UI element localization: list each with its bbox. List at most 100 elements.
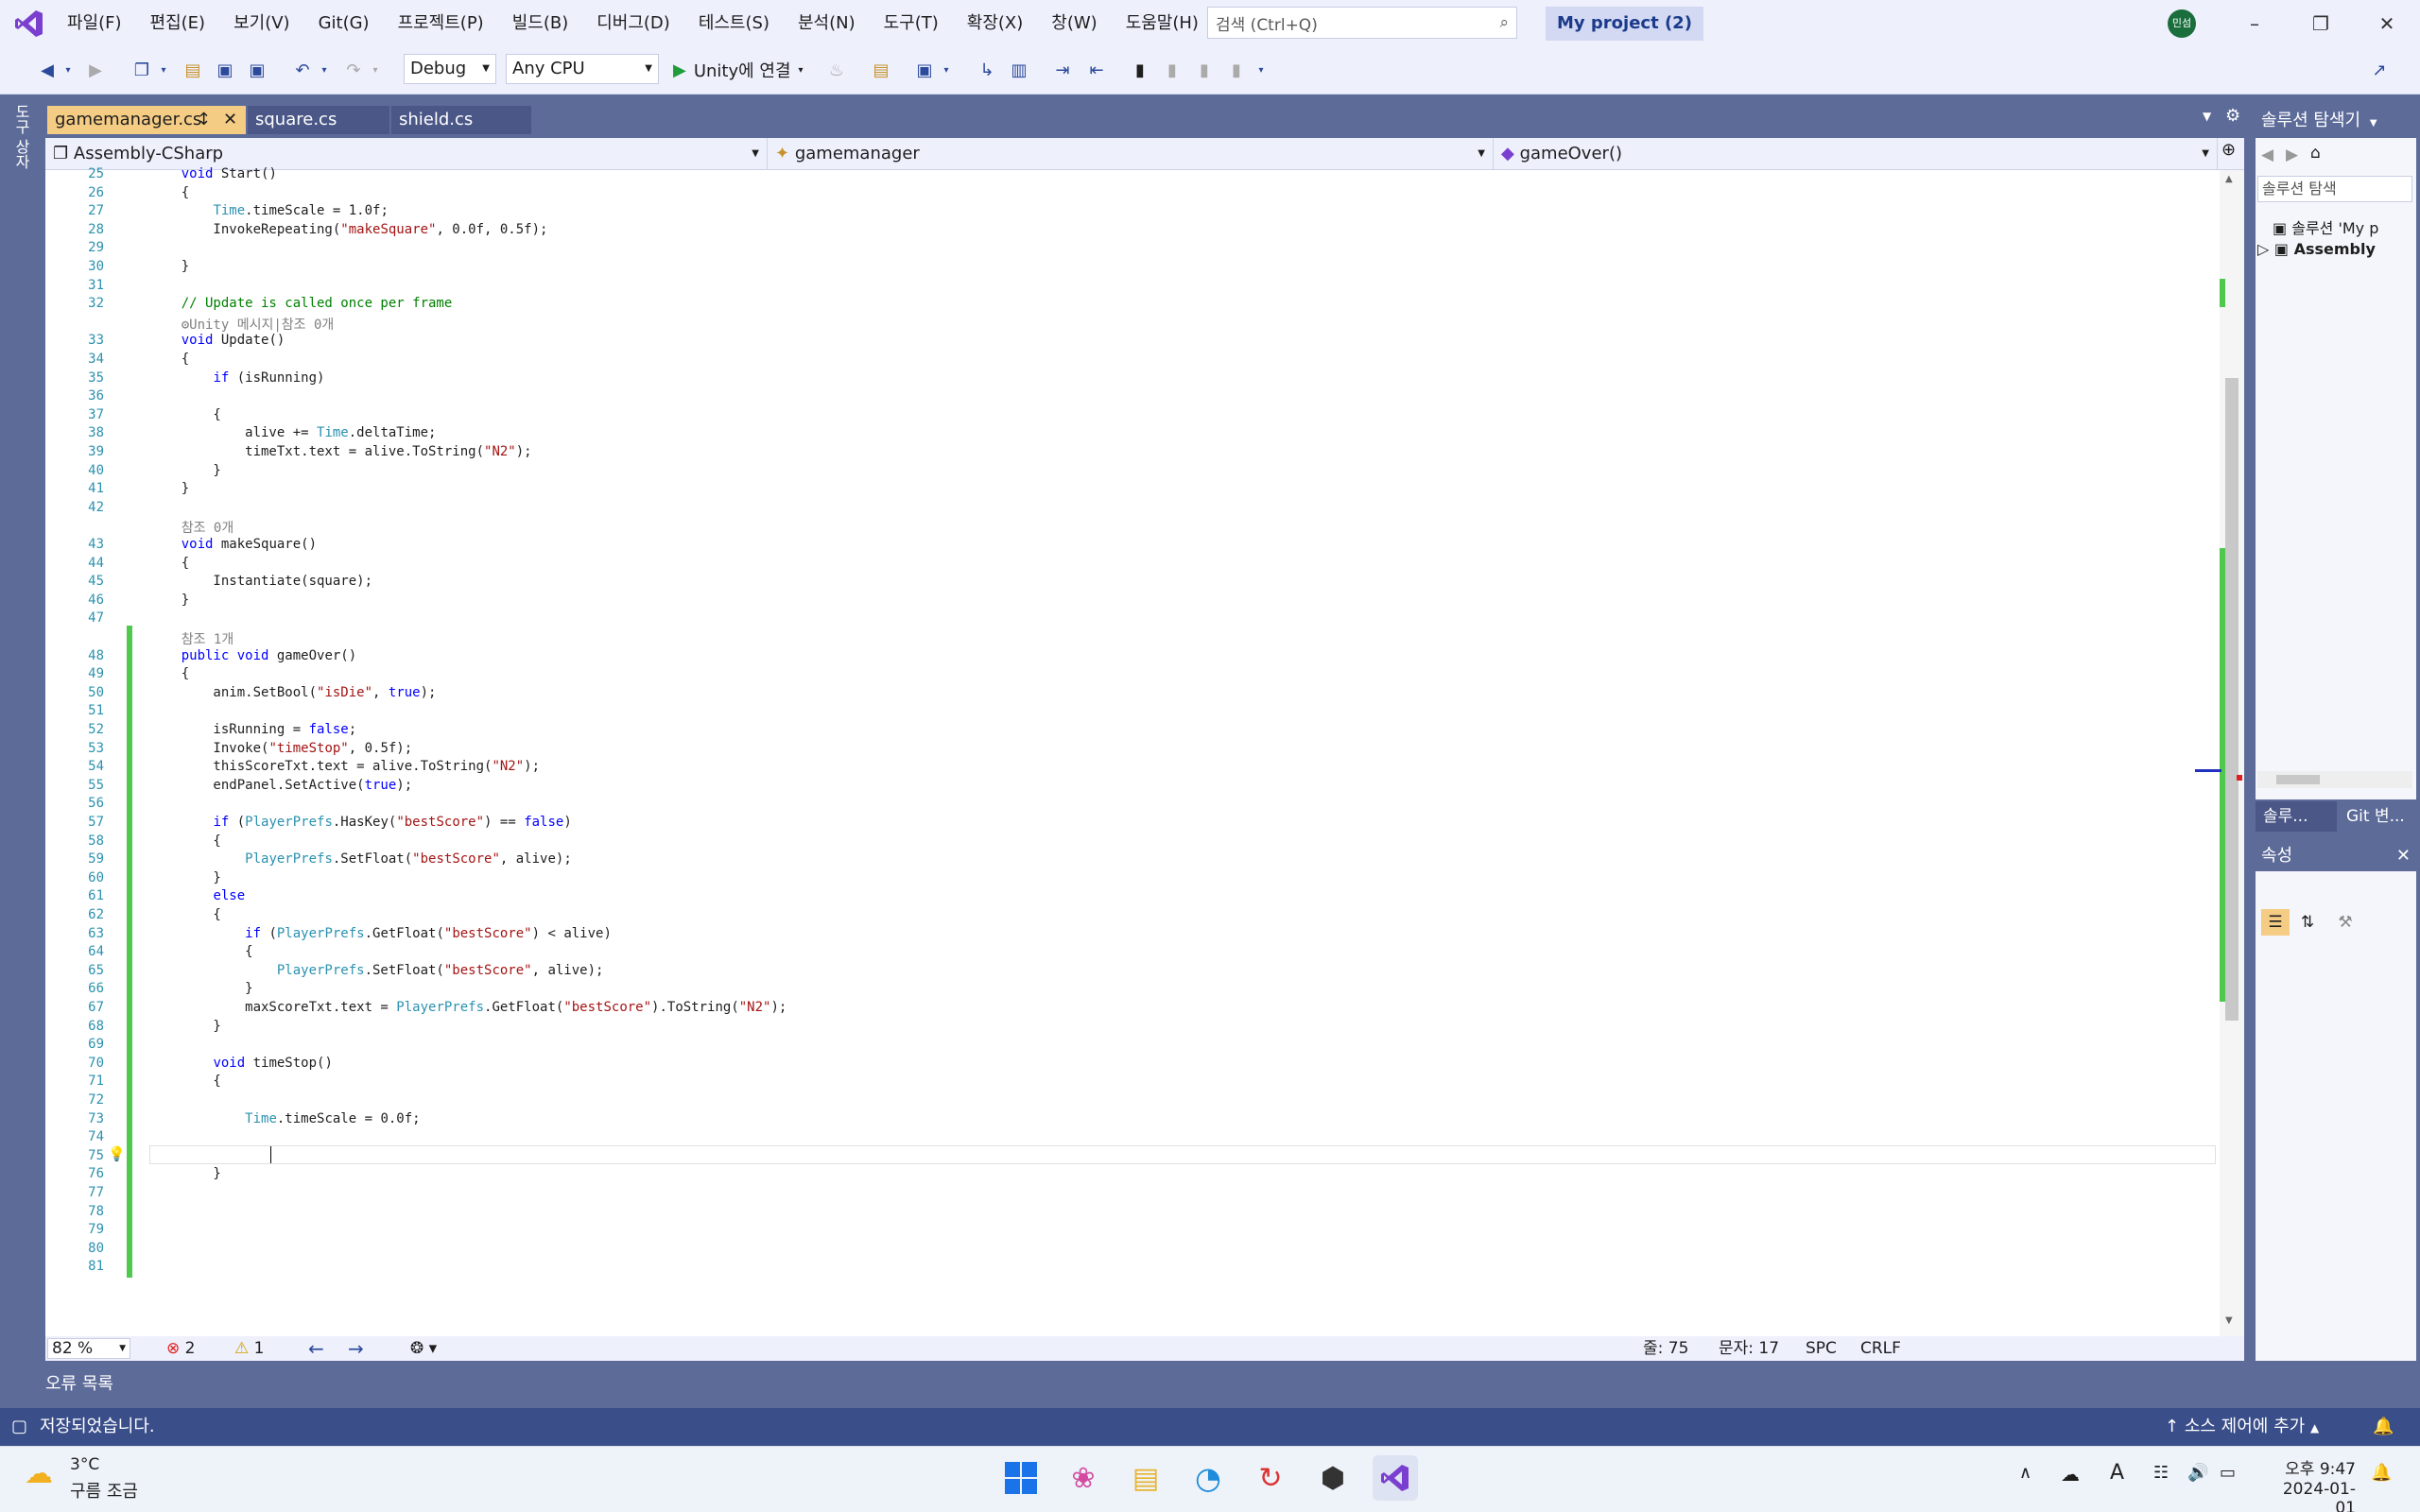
scroll-thumb[interactable] — [2276, 775, 2320, 784]
code-line[interactable]: } — [149, 1019, 220, 1034]
menu-file[interactable]: 파일(F) — [53, 0, 136, 47]
scroll-thumb[interactable] — [2225, 378, 2238, 1021]
forward-icon[interactable]: ▶ — [2286, 146, 2298, 164]
unity-icon[interactable]: ⬢ — [1310, 1455, 1356, 1501]
wifi-icon[interactable]: ☷ — [2153, 1463, 2169, 1483]
step-icon[interactable]: ↳ — [974, 55, 1000, 85]
tray-overflow-icon[interactable]: ∧ — [2019, 1463, 2031, 1483]
visual-studio-taskbar-icon[interactable] — [1373, 1455, 1418, 1501]
new-item-icon[interactable]: ❐ — [129, 55, 155, 85]
close-icon[interactable]: ✕ — [2396, 841, 2411, 871]
config-select[interactable]: Debug ▼ — [404, 54, 496, 84]
sync-app-icon[interactable]: ↻ — [1248, 1455, 1293, 1501]
save-all-icon[interactable]: ▣ — [244, 55, 270, 85]
code-line[interactable]: if (PlayerPrefs.GetFloat("bestScore") < … — [149, 926, 612, 941]
overflow-dropdown-icon[interactable]: ▾ — [940, 55, 953, 85]
layout-icon[interactable]: ▥ — [1006, 55, 1032, 85]
code-line[interactable]: if (PlayerPrefs.HasKey("bestScore") == f… — [149, 815, 571, 830]
prev-bookmark-icon[interactable]: ▮ — [1159, 55, 1185, 85]
tab-square[interactable]: square.cs — [248, 106, 389, 134]
menu-view[interactable]: 보기(V) — [219, 0, 303, 47]
menu-test[interactable]: 테스트(S) — [684, 0, 784, 47]
redo-dropdown-icon[interactable]: ▾ — [369, 55, 382, 85]
indent-icon[interactable]: ⇥ — [1049, 55, 1076, 85]
screenshot-icon[interactable]: ▣ — [911, 55, 938, 85]
code-line[interactable]: else — [149, 888, 245, 903]
horizontal-scrollbar[interactable] — [2257, 771, 2412, 788]
vertical-scrollbar[interactable]: ▲ ▼ — [2195, 170, 2244, 1336]
code-line[interactable]: thisScoreTxt.text = alive.ToString("N2")… — [149, 759, 540, 774]
tab-solution-explorer[interactable]: 솔루... — [2256, 801, 2337, 832]
volume-icon[interactable]: 🔊 — [2187, 1463, 2208, 1483]
weather-desc[interactable]: 구름 조금 — [70, 1478, 138, 1503]
next-bookmark-icon[interactable]: ▮ — [1191, 55, 1218, 85]
menu-git[interactable]: Git(G) — [304, 0, 384, 47]
code-line[interactable]: { — [149, 185, 189, 200]
tab-error-list[interactable]: 오류 목록 — [45, 1370, 113, 1395]
line-ending[interactable]: CRLF — [1860, 1336, 1901, 1361]
settings-gear-icon[interactable]: ⚙ — [2225, 106, 2240, 126]
close-icon[interactable]: ✕ — [2354, 0, 2420, 47]
menu-project[interactable]: 프로젝트(P) — [384, 0, 498, 47]
chevron-down-icon[interactable]: ▼ — [2370, 118, 2377, 129]
save-icon[interactable]: ▣ — [212, 55, 238, 85]
scroll-down-icon[interactable]: ▼ — [2225, 1315, 2233, 1326]
file-explorer-icon[interactable]: ▤ — [1123, 1455, 1168, 1501]
code-line[interactable]: timeTxt.text = alive.ToString("N2"); — [149, 444, 531, 459]
undo-dropdown-icon[interactable]: ▾ — [318, 55, 331, 85]
menu-help[interactable]: 도움말(H) — [1112, 0, 1213, 47]
code-line[interactable]: { — [149, 666, 189, 681]
close-icon[interactable]: ✕ — [223, 106, 237, 134]
clear-bookmarks-icon[interactable]: ▮ — [1223, 55, 1250, 85]
code-line[interactable]: maxScoreTxt.text = PlayerPrefs.GetFloat(… — [149, 1000, 786, 1015]
next-issue-icon[interactable]: → — [348, 1336, 364, 1361]
source-control-button[interactable]: ↑ 소스 제어에 추가 ▲ — [2165, 1408, 2319, 1447]
code-line[interactable]: { — [149, 407, 220, 422]
code-line[interactable]: } — [149, 259, 189, 274]
outdent-icon[interactable]: ⇤ — [1083, 55, 1110, 85]
tab-overflow-icon[interactable]: ▼ — [2203, 110, 2211, 123]
code-line[interactable]: if (isRunning) — [149, 370, 324, 386]
code-line[interactable]: } — [149, 481, 189, 496]
tab-git-changes[interactable]: Git 변... — [2339, 801, 2420, 832]
undo-icon[interactable]: ↶ — [289, 55, 316, 85]
toolbar-overflow-icon[interactable]: ▾ — [1253, 55, 1269, 85]
expand-icon[interactable]: ▷ — [2257, 240, 2269, 258]
menu-analyze[interactable]: 분석(N) — [784, 0, 870, 47]
network-status-icon[interactable]: ☁ — [2061, 1463, 2080, 1486]
code-line[interactable]: isRunning = false; — [149, 722, 356, 737]
battery-icon[interactable]: ▭ — [2220, 1463, 2236, 1483]
code-line[interactable]: // Update is called once per frame — [149, 296, 453, 311]
cleanup-icon[interactable]: ❂ ▾ — [410, 1336, 437, 1361]
code-line[interactable]: } — [149, 593, 189, 608]
code-line[interactable]: { — [149, 352, 189, 367]
code-line[interactable]: Time.timeScale = 1.0f; — [149, 203, 388, 218]
code-line[interactable]: alive += Time.deltaTime; — [149, 425, 436, 440]
clock-time[interactable]: 오후 9:47 — [2269, 1455, 2356, 1479]
menu-extensions[interactable]: 확장(X) — [953, 0, 1038, 47]
warning-count[interactable]: ⚠ 1 — [234, 1338, 264, 1359]
whitespace-mode[interactable]: SPC — [1806, 1336, 1837, 1361]
menu-tools[interactable]: 도구(T) — [870, 0, 953, 47]
code-line[interactable]: void Start() — [149, 166, 277, 181]
tab-gamemanager[interactable]: gamemanager.cs ↕ ✕ — [47, 106, 246, 134]
zoom-select[interactable]: 82 % ▼ — [47, 1338, 130, 1359]
code-line[interactable]: public void gameOver() — [149, 648, 356, 663]
pin-icon[interactable]: ↕ — [197, 106, 211, 134]
lightbulb-icon[interactable]: 💡 — [108, 1145, 126, 1162]
clock-date[interactable]: 2024-01-01 — [2269, 1480, 2356, 1512]
run-button[interactable]: ▶ Unity에 연결 ▾ — [673, 55, 824, 85]
forward-icon[interactable]: ▶ — [83, 55, 108, 85]
back-icon[interactable]: ◀ — [2261, 146, 2273, 164]
class-dropdown[interactable]: ✦ gamemanager ▼ — [768, 138, 1494, 170]
minimize-icon[interactable]: – — [2221, 0, 2288, 47]
menu-edit[interactable]: 편집(E) — [136, 0, 220, 47]
code-line[interactable]: 참조 1개 — [149, 629, 234, 648]
code-line[interactable]: anim.SetBool("isDie", true); — [149, 685, 436, 700]
weather-temp[interactable]: 3°C — [70, 1455, 99, 1474]
tree-solution-item[interactable]: ▣ 솔루션 'My p — [2273, 215, 2378, 238]
tab-shield[interactable]: shield.cs — [391, 106, 531, 134]
project-dropdown[interactable]: ❐ Assembly-CSharp ▼ — [45, 138, 768, 170]
menu-debug[interactable]: 디버그(D) — [582, 0, 684, 47]
edge-icon[interactable]: ◔ — [1185, 1455, 1231, 1501]
